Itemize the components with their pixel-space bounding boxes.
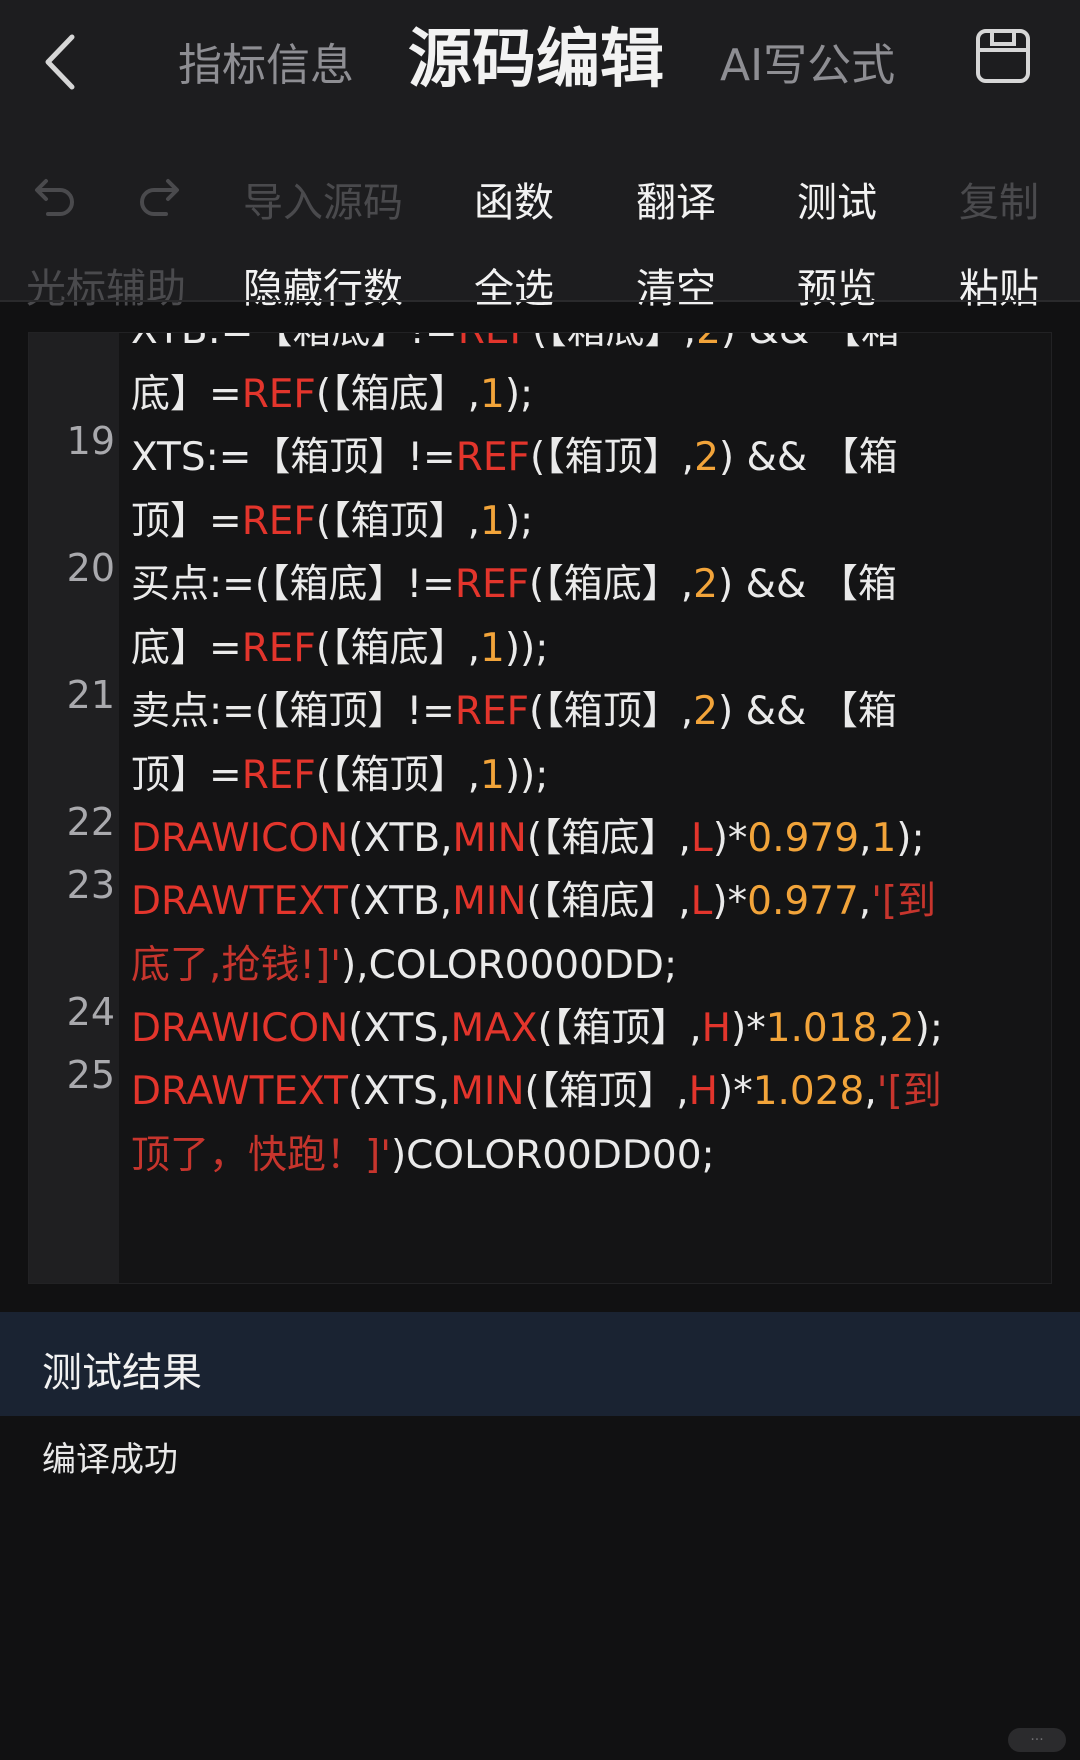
watermark-badge: ··· [1008,1728,1066,1752]
code-line[interactable]: 顶】=REF(【箱顶】,1); [131,490,533,546]
line-number: 22 [66,800,115,844]
tab-source-edit[interactable]: 源码编辑 [408,20,664,100]
top-header: 指标信息 源码编辑 AI写公式 [0,0,1080,130]
line-number: 20 [66,546,115,590]
undo-button[interactable] [30,168,76,238]
code-line[interactable]: 底】=REF(【箱底】,1)); [131,617,548,673]
code-line[interactable]: 卖点:=(【箱顶】!=REF(【箱顶】,2) && 【箱 [131,680,897,736]
redo-icon [140,179,179,216]
undo-icon [35,179,74,216]
import-source-button[interactable]: 导入源码 [243,168,403,238]
back-button[interactable] [30,22,90,102]
clear-button[interactable]: 清空 [636,254,716,324]
line-number: 25 [66,1053,115,1097]
copy-button[interactable]: 复制 [959,168,1039,238]
select-all-button[interactable]: 全选 [474,254,554,324]
chevron-left-icon [45,34,75,90]
paste-button[interactable]: 粘贴 [959,254,1039,324]
functions-button[interactable]: 函数 [474,168,554,238]
source-editor-screen: 指标信息 源码编辑 AI写公式 导入源码 函数 翻译 测试 复制 光标辅助 隐藏… [0,0,1080,1760]
cursor-assist-button[interactable]: 光标辅助 [26,254,186,324]
test-result-header: 测试结果 [0,1312,1080,1416]
tab-indicator-info[interactable]: 指标信息 [178,26,354,106]
hide-line-numbers-button[interactable]: 隐藏行数 [243,254,403,324]
test-button[interactable]: 测试 [797,168,877,238]
code-line[interactable]: 底】=REF(【箱底】,1); [131,363,533,419]
translate-button[interactable]: 翻译 [636,168,716,238]
preview-button[interactable]: 预览 [797,254,877,324]
test-result-title: 测试结果 [42,1350,202,1396]
tab-ai-formula[interactable]: AI写公式 [720,26,895,106]
code-line[interactable]: DRAWICON(XTB,MIN(【箱底】,L)*0.979,1); [131,807,925,863]
code-line[interactable]: 顶了，快跑！]')COLOR00DD00; [131,1124,715,1180]
line-number: 19 [66,419,115,463]
redo-button[interactable] [138,168,184,238]
toolbar-divider [0,300,1080,302]
code-line[interactable]: 买点:=(【箱底】!=REF(【箱底】,2) && 【箱 [131,553,897,609]
code-line[interactable]: DRAWTEXT(XTB,MIN(【箱底】,L)*0.977,'[到 [131,870,936,926]
code-editor[interactable]: XTB:=【箱底】!=REF(【箱底】,2) && 【箱 底】=REF(【箱底】… [28,332,1052,1284]
line-number: 23 [66,863,115,907]
line-number: 21 [66,673,115,717]
save-button[interactable] [975,28,1039,92]
code-line[interactable]: 顶】=REF(【箱顶】,1)); [131,744,548,800]
code-line[interactable]: XTB:=【箱底】!=REF(【箱底】,2) && 【箱 [131,333,900,355]
compile-status: 编译成功 [42,1440,178,1480]
code-line[interactable]: DRAWTEXT(XTS,MIN(【箱顶】,H)*1.028,'[到 [131,1060,942,1116]
editor-toolbar: 导入源码 函数 翻译 测试 复制 光标辅助 隐藏行数 全选 清空 预览 粘贴 [0,130,1080,312]
code-line[interactable]: XTS:=【箱顶】!=REF(【箱顶】,2) && 【箱 [131,426,898,482]
save-icon [976,29,1030,83]
line-number: 24 [66,990,115,1034]
code-line[interactable]: DRAWICON(XTS,MAX(【箱顶】,H)*1.018,2); [131,997,943,1053]
code-line[interactable]: 底了,抢钱!]'),COLOR0000DD; [131,934,677,990]
